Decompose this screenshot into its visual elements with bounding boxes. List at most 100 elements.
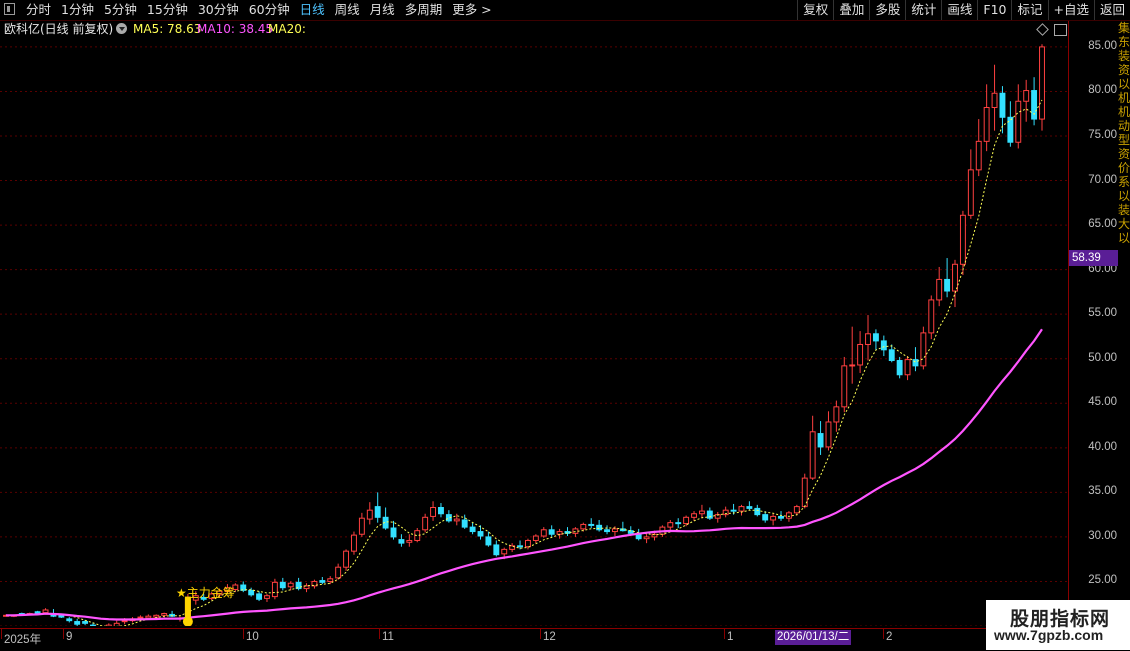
candle-body	[730, 509, 737, 512]
indicator-bar: 欧科亿(日线 前复权) MA5: 78.63 MA10: 38.45 MA20:	[0, 21, 1080, 37]
candle-body	[343, 550, 350, 568]
candle-body	[983, 106, 990, 142]
candle-body	[991, 92, 998, 108]
y-tick-label: 70.00	[1088, 173, 1117, 186]
candle-body	[271, 581, 278, 598]
x-tick-mark	[1, 629, 2, 639]
x-tick-label: 11	[382, 631, 394, 643]
tab-4[interactable]: 30分钟	[198, 2, 239, 18]
dropdown-circle-icon[interactable]	[116, 23, 127, 34]
toolbar-button-5[interactable]: F10	[977, 0, 1011, 20]
candle-body	[975, 140, 982, 171]
toolbar-button-0[interactable]: 复权	[797, 0, 833, 20]
candle-body	[264, 595, 270, 599]
current-price-flag: 58.39	[1069, 250, 1118, 266]
candle-body	[596, 524, 603, 531]
y-tick-label: 80.00	[1088, 84, 1117, 97]
tab-8[interactable]: 月线	[370, 2, 395, 18]
toolbar-button-2[interactable]: 多股	[869, 0, 905, 20]
candle-body	[967, 169, 974, 216]
tab-9[interactable]: 多周期	[405, 2, 443, 18]
panel-icon[interactable]	[4, 3, 15, 15]
strip-char: 型	[1118, 133, 1130, 147]
candle-body	[1031, 90, 1038, 120]
candle-body	[865, 333, 871, 345]
toolbar-button-3[interactable]: 统计	[905, 0, 941, 20]
y-tick-label: 50.00	[1088, 351, 1117, 364]
candle-body	[485, 536, 492, 546]
tab-1[interactable]: 1分钟	[61, 2, 94, 18]
ma5-value: MA5: 78.63	[133, 22, 202, 36]
window-toggle-icon[interactable]	[1054, 24, 1067, 36]
x-tick-label: 1	[727, 631, 734, 643]
tab-6[interactable]: 日线	[300, 2, 325, 18]
candle-body	[90, 624, 96, 626]
candle-body	[920, 332, 927, 367]
candle-body	[366, 509, 373, 520]
candle-body	[698, 510, 705, 515]
tab-5[interactable]: 60分钟	[249, 2, 290, 18]
candle-body	[287, 582, 294, 588]
candle-body	[121, 620, 128, 623]
x-tick-mark	[379, 629, 380, 639]
strip-char: 以	[1118, 231, 1130, 245]
x-tick-mark	[63, 629, 64, 639]
toolbar-button-4[interactable]: 画线	[941, 0, 977, 20]
right-info-strip: 集东装资以机机动型资价系以装大以	[1118, 21, 1130, 626]
candle-body	[525, 539, 531, 548]
tab-10[interactable]: 更多 >	[452, 2, 491, 18]
candle-body	[548, 529, 555, 535]
candle-body	[588, 523, 595, 526]
strip-char: 集	[1118, 21, 1130, 35]
ma10-value: MA10: 38.45	[197, 22, 274, 36]
ma-long-line	[6, 328, 1043, 621]
candle-body	[82, 621, 89, 624]
candle-body	[952, 263, 958, 292]
candle-body	[105, 624, 112, 626]
candle-body	[501, 548, 508, 555]
tab-7[interactable]: 周线	[335, 2, 360, 18]
candle-body	[153, 614, 160, 618]
candle-body	[999, 92, 1006, 118]
candle-body	[604, 529, 610, 533]
candle-body	[762, 514, 769, 521]
candle-body	[469, 526, 476, 533]
y-tick-label: 25.00	[1088, 574, 1117, 587]
strip-char: 资	[1118, 63, 1130, 77]
candlestick-chart[interactable]	[0, 38, 1068, 626]
candle-body	[1039, 46, 1045, 120]
strip-char: 装	[1118, 49, 1130, 63]
y-tick-label: 65.00	[1088, 218, 1117, 231]
strip-char: 以	[1118, 189, 1130, 203]
x-tick-label: 10	[246, 631, 259, 643]
price-axis: 85.00 80.00 75.00 70.00 65.00 60.00 55.00 50.00…	[1068, 21, 1119, 631]
toolbar-button-1[interactable]: 叠加	[833, 0, 869, 20]
candle-body	[770, 515, 777, 521]
right-toolbar: 复权 叠加 多股 统计 画线 F10 标记 +自选 返回	[797, 0, 1130, 20]
signal-label: ★主力金筹	[176, 586, 235, 600]
candle-body	[42, 609, 49, 614]
candle-body	[738, 506, 745, 512]
candle-body	[161, 613, 168, 616]
candle-body	[793, 506, 800, 514]
tab-0[interactable]: 分时	[26, 2, 51, 18]
candle-body	[145, 615, 152, 619]
tab-3[interactable]: 15分钟	[147, 2, 188, 18]
ma5-line	[6, 99, 1043, 626]
candle-body	[453, 518, 460, 522]
candle-body	[944, 278, 951, 292]
y-tick-label: 30.00	[1088, 529, 1117, 542]
toolbar-button-8[interactable]: 返回	[1093, 0, 1130, 20]
candle-body	[896, 360, 903, 376]
candle-body	[754, 507, 761, 516]
toolbar-button-7[interactable]: +自选	[1047, 0, 1094, 20]
candle-body	[667, 522, 674, 528]
candle-body	[683, 516, 690, 525]
candle-body	[327, 578, 334, 582]
candle-body	[849, 364, 856, 367]
candle-body	[675, 522, 682, 525]
candle-body	[438, 507, 444, 515]
tab-2[interactable]: 5分钟	[104, 2, 137, 18]
toolbar-button-6[interactable]: 标记	[1011, 0, 1047, 20]
y-tick-label: 35.00	[1088, 485, 1117, 498]
